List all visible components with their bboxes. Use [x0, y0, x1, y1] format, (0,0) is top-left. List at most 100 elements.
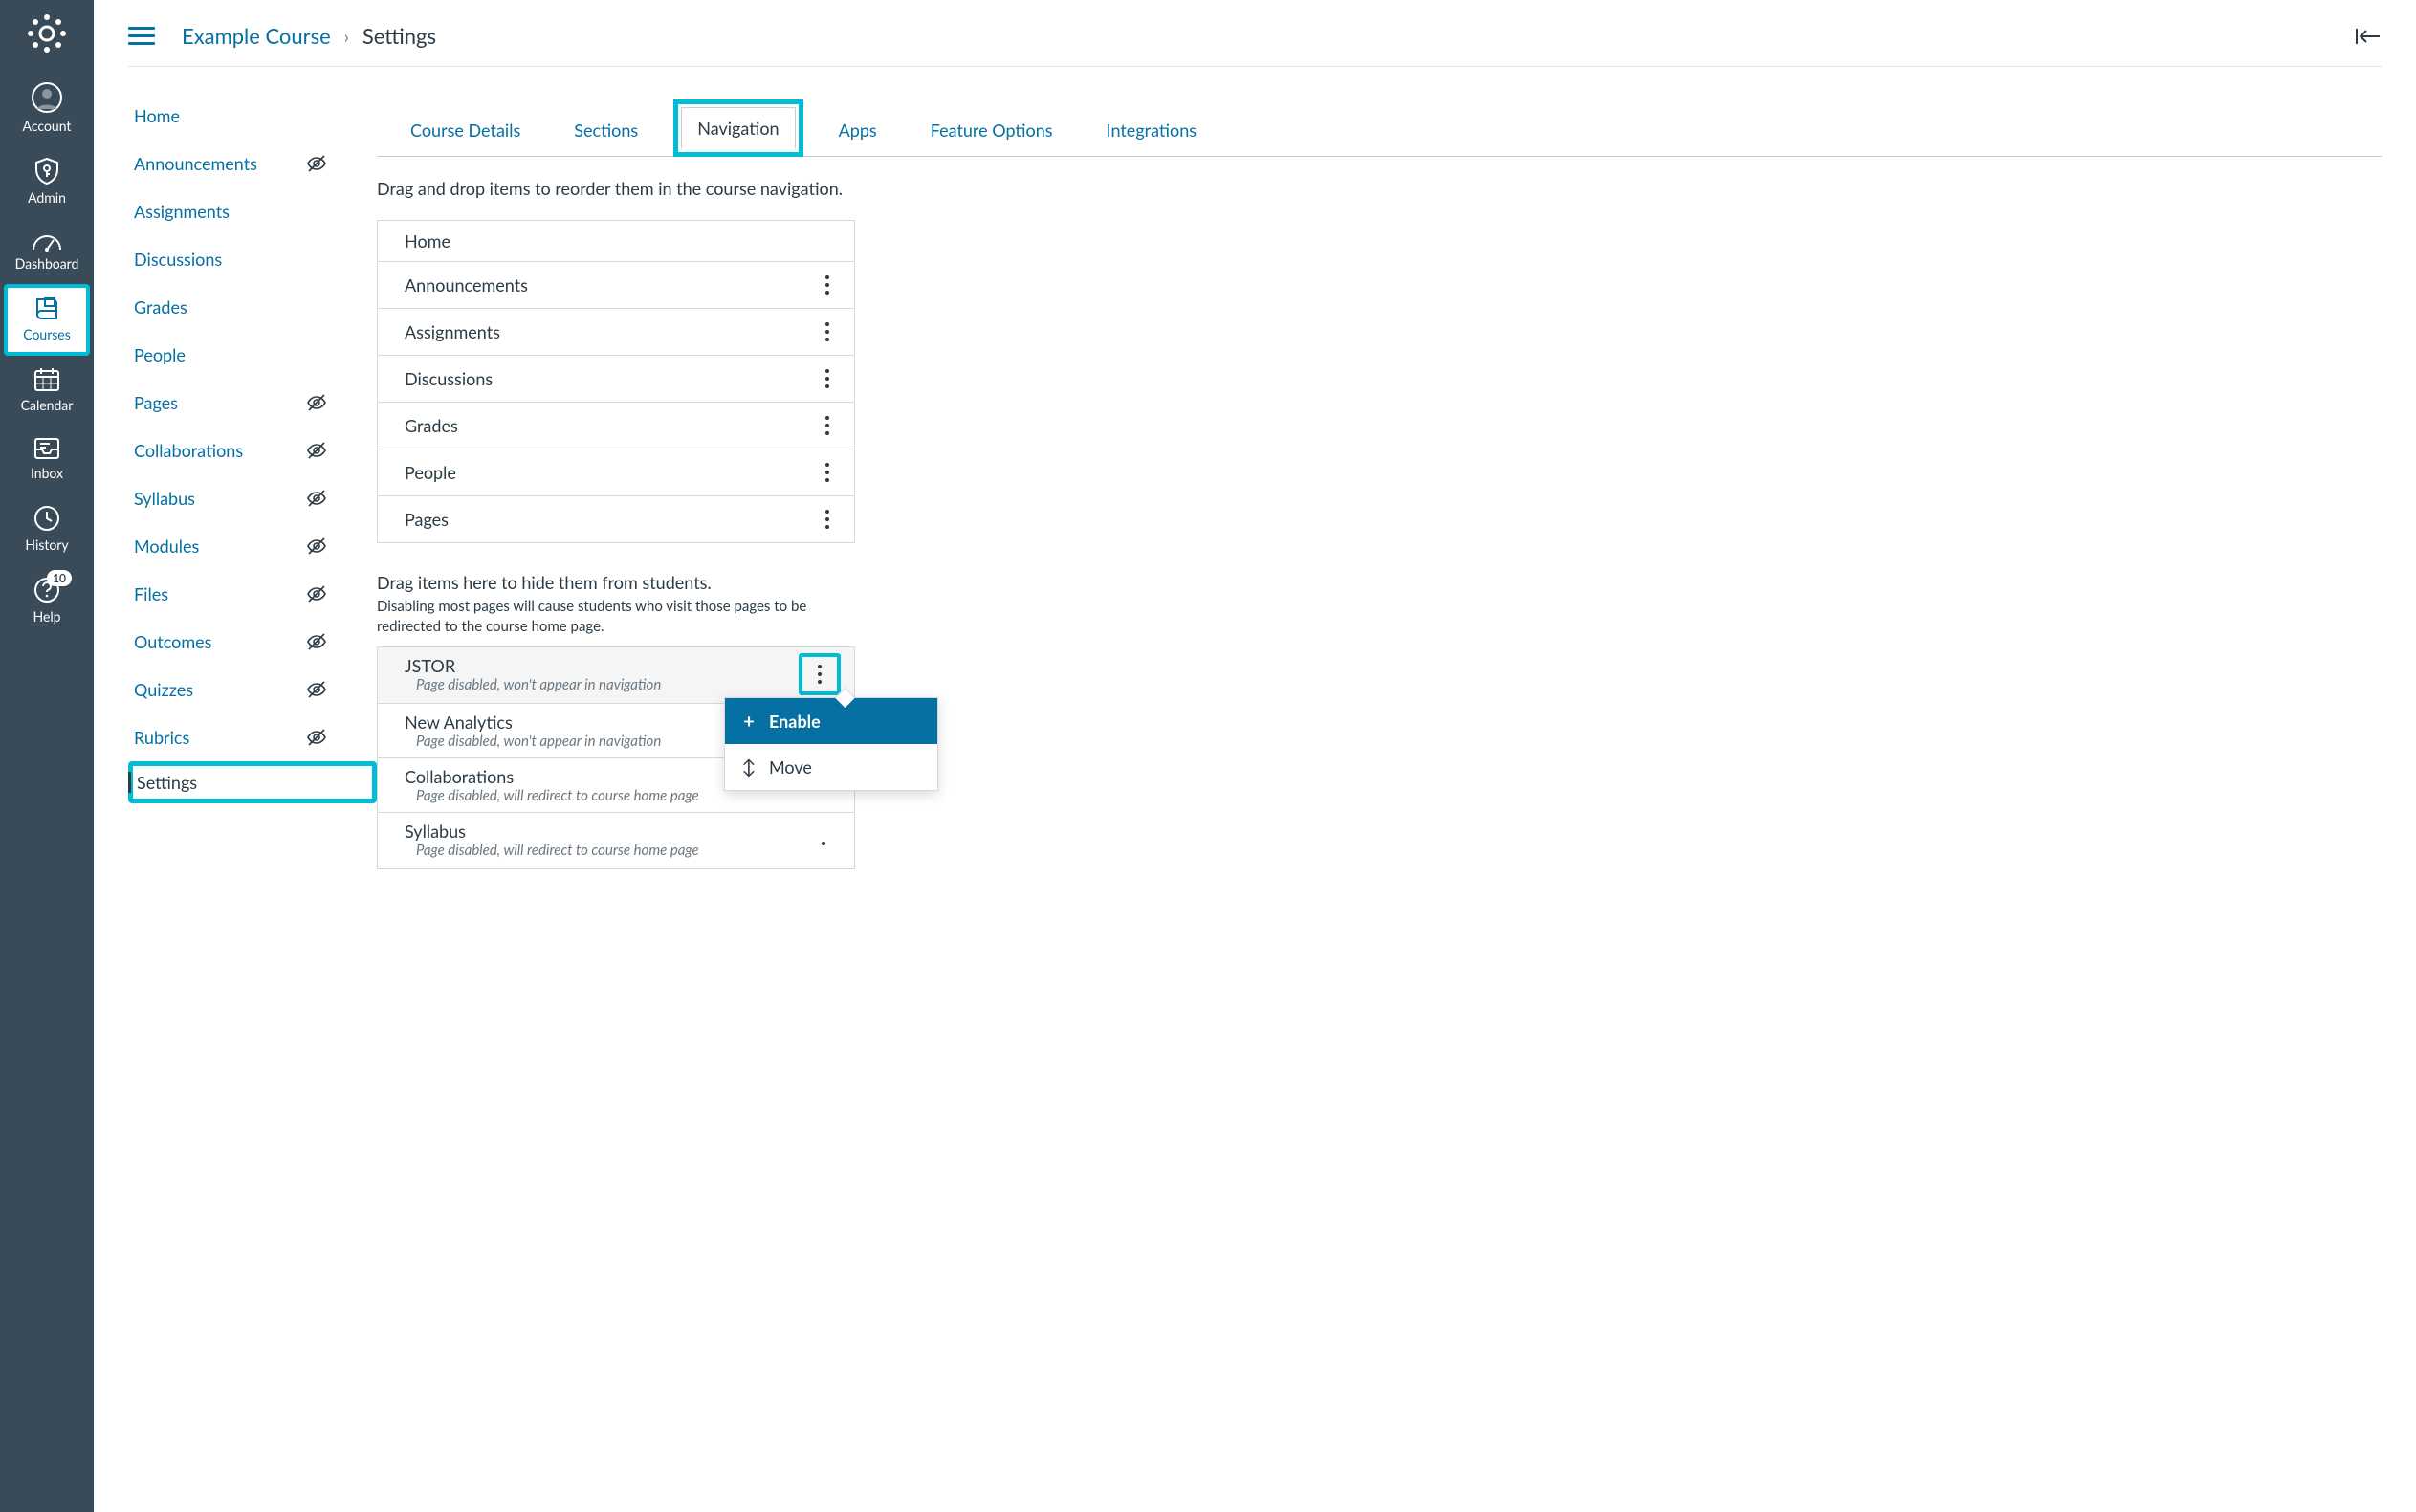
hidden-header: Drag items here to hide them from studen…: [377, 572, 855, 593]
nav-calendar[interactable]: Calendar: [4, 356, 90, 426]
nav-item-label: New Analytics: [405, 712, 661, 733]
nav-admin-label: Admin: [28, 189, 66, 206]
nav-item-discussions[interactable]: Discussions: [378, 356, 854, 403]
nav-inbox[interactable]: Inbox: [4, 426, 90, 493]
options-button[interactable]: [814, 459, 841, 486]
course-nav: Home Announcements Assignments Discussio…: [128, 77, 377, 869]
nav-item-label: Home: [405, 230, 450, 252]
nav-item-home[interactable]: Home: [378, 221, 854, 262]
main-content: Example Course › Settings Home Announcem…: [94, 0, 2416, 1512]
options-button[interactable]: [814, 506, 841, 533]
course-nav-home[interactable]: Home: [128, 92, 377, 140]
nav-item-desc: Page disabled, won't appear in navigatio…: [416, 733, 661, 750]
nav-item-label: Collaborations: [405, 766, 699, 787]
hidden-icon: [306, 392, 327, 413]
tab-feature-options[interactable]: Feature Options: [912, 103, 1071, 157]
options-button[interactable]: [814, 365, 841, 392]
nav-help-label: Help: [33, 608, 60, 625]
options-button[interactable]: [814, 272, 841, 298]
hamburger-menu-icon[interactable]: [128, 27, 155, 46]
nav-item-label: Pages: [405, 509, 449, 530]
inbox-icon: [33, 436, 61, 461]
options-button[interactable]: [799, 653, 841, 695]
nav-item-label: JSTOR: [405, 655, 661, 676]
nav-admin[interactable]: Admin: [4, 146, 90, 218]
kebab-icon: [822, 842, 825, 845]
nav-item-desc: Page disabled, will redirect to course h…: [416, 842, 699, 859]
course-nav-announcements[interactable]: Announcements: [128, 140, 377, 187]
nav-item-people[interactable]: People: [378, 449, 854, 496]
user-circle-icon: [31, 81, 63, 114]
nav-item-label: People: [405, 462, 456, 483]
nav-item-pages[interactable]: Pages: [378, 496, 854, 542]
nav-dashboard[interactable]: Dashboard: [4, 218, 90, 284]
course-nav-discussions[interactable]: Discussions: [128, 235, 377, 283]
help-badge: 10: [47, 570, 72, 586]
options-button[interactable]: [814, 318, 841, 345]
nav-account-label: Account: [23, 118, 72, 134]
nav-instructions: Drag and drop items to reorder them in t…: [377, 178, 2382, 199]
course-nav-outcomes[interactable]: Outcomes: [128, 618, 377, 666]
nav-item-label: Assignments: [405, 321, 500, 342]
menu-enable[interactable]: + Enable: [725, 698, 937, 744]
nav-item-label: Discussions: [405, 368, 493, 389]
course-nav-rubrics[interactable]: Rubrics: [128, 713, 377, 761]
tab-apps[interactable]: Apps: [821, 103, 895, 157]
options-button[interactable]: [806, 826, 841, 861]
settings-tabs: Course Details Sections Navigation Apps …: [377, 99, 2382, 157]
course-nav-modules[interactable]: Modules: [128, 522, 377, 570]
chevron-right-icon: ›: [344, 26, 349, 47]
nav-item-label: Grades: [405, 415, 458, 436]
tab-navigation-label: Navigation: [681, 107, 795, 149]
hidden-icon: [306, 153, 327, 174]
tab-sections[interactable]: Sections: [556, 103, 656, 157]
nav-dashboard-label: Dashboard: [15, 255, 79, 272]
course-nav-settings[interactable]: Settings: [128, 761, 377, 803]
course-nav-grades[interactable]: Grades: [128, 283, 377, 331]
menu-enable-label: Enable: [769, 711, 821, 732]
hidden-icon: [306, 440, 327, 461]
breadcrumb-course-link[interactable]: Example Course: [182, 23, 331, 49]
menu-move-label: Move: [769, 756, 812, 778]
global-nav: Account Admin Dashboard Courses Calendar…: [0, 0, 94, 1512]
collapse-nav-button[interactable]: [2355, 27, 2382, 50]
plus-icon: +: [740, 710, 758, 733]
course-nav-files[interactable]: Files: [128, 570, 377, 618]
nav-history[interactable]: History: [4, 493, 90, 565]
nav-item-jstor[interactable]: JSTOR Page disabled, won't appear in nav…: [378, 647, 854, 704]
tab-navigation[interactable]: Navigation: [673, 99, 802, 157]
nav-item-grades[interactable]: Grades: [378, 403, 854, 449]
kebab-icon: [818, 665, 822, 684]
move-icon: ↕: [740, 756, 758, 778]
topbar: Example Course › Settings: [128, 0, 2382, 67]
tab-course-details[interactable]: Course Details: [392, 103, 538, 157]
kebab-icon: [825, 416, 829, 435]
tab-integrations[interactable]: Integrations: [1088, 103, 1215, 157]
kebab-icon: [825, 275, 829, 295]
hidden-icon: [306, 727, 327, 748]
course-nav-pages[interactable]: Pages: [128, 379, 377, 427]
nav-courses-label: Courses: [23, 326, 71, 342]
options-button[interactable]: [814, 412, 841, 439]
breadcrumb: Example Course › Settings: [182, 23, 436, 49]
kebab-icon: [825, 322, 829, 341]
course-nav-syllabus[interactable]: Syllabus: [128, 474, 377, 522]
canvas-logo: [27, 13, 67, 54]
nav-item-syllabus-disabled[interactable]: Syllabus Page disabled, will redirect to…: [378, 813, 854, 868]
course-nav-people[interactable]: People: [128, 331, 377, 379]
nav-help[interactable]: 10 Help: [4, 565, 90, 637]
course-nav-quizzes[interactable]: Quizzes: [128, 666, 377, 713]
hidden-section: Drag items here to hide them from studen…: [377, 572, 855, 869]
nav-item-desc: Page disabled, won't appear in navigatio…: [416, 676, 661, 693]
course-nav-assignments[interactable]: Assignments: [128, 187, 377, 235]
nav-account[interactable]: Account: [4, 71, 90, 146]
course-nav-collaborations[interactable]: Collaborations: [128, 427, 377, 474]
nav-courses[interactable]: Courses: [4, 284, 90, 356]
hidden-icon: [306, 583, 327, 604]
breadcrumb-current: Settings: [362, 23, 436, 49]
hidden-subtext: Disabling most pages will cause students…: [377, 597, 836, 637]
menu-move[interactable]: ↕ Move: [725, 744, 937, 790]
nav-item-label: Syllabus: [405, 821, 699, 842]
nav-item-announcements[interactable]: Announcements: [378, 262, 854, 309]
nav-item-assignments[interactable]: Assignments: [378, 309, 854, 356]
